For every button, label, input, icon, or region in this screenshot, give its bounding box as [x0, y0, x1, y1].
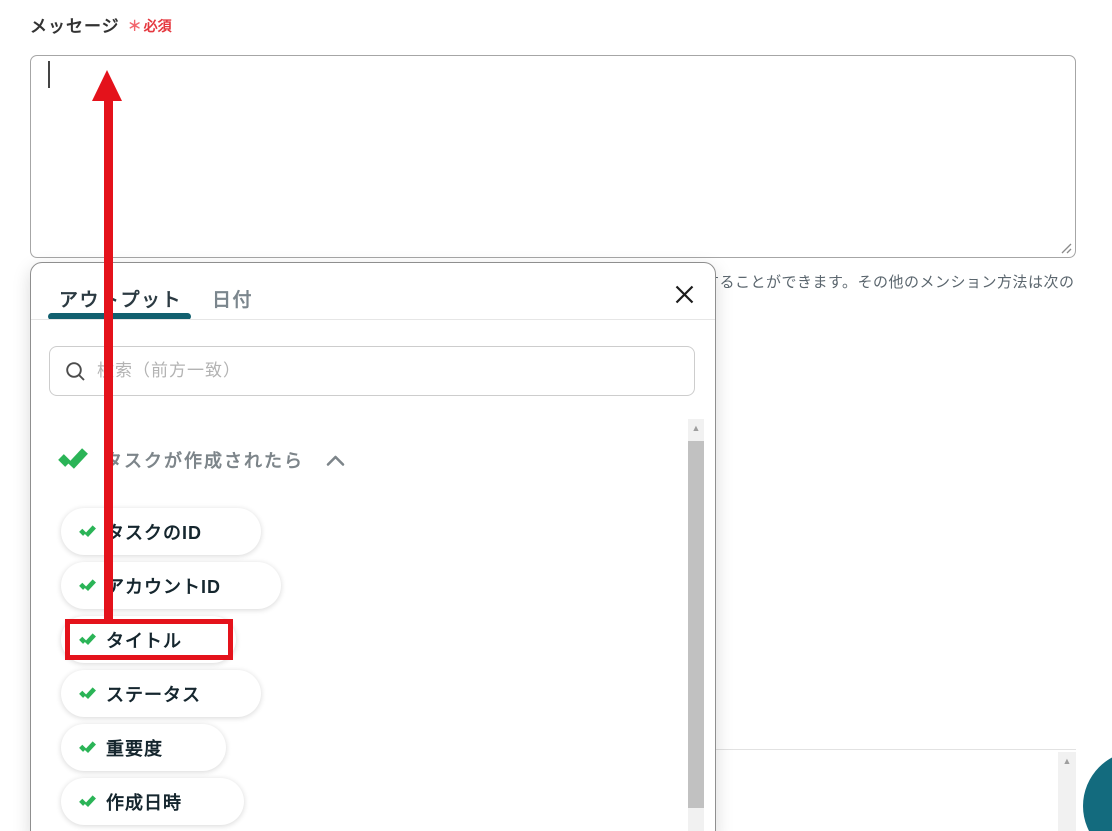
page: メッセージ ＊ 必須 することができます。その他のメンション方法は次の ▲ アウ… — [0, 0, 1112, 831]
message-textarea[interactable] — [30, 55, 1076, 258]
panel-scroll-up-button[interactable]: ▲ — [1058, 752, 1076, 769]
section-title: タスクが作成されたら — [104, 451, 304, 471]
popup-scrollbar-thumb[interactable] — [688, 441, 704, 808]
search-input[interactable] — [97, 347, 694, 395]
search-box — [49, 346, 695, 396]
output-chip-priority[interactable]: 重要度 — [61, 724, 226, 771]
chip-label: ステータス — [106, 684, 201, 705]
chip-label: 作成日時 — [106, 792, 182, 813]
helper-note: することができます。その他のメンション方法は次の — [704, 274, 1075, 291]
search-icon — [65, 361, 86, 382]
textarea-resize-grip-icon[interactable] — [1057, 239, 1073, 255]
output-chip-created-at[interactable]: 作成日時 — [61, 778, 244, 825]
panel-scrollbar[interactable]: ▲ — [1058, 752, 1076, 831]
chip-label: アカウントID — [106, 576, 221, 597]
chip-label: 重要度 — [106, 738, 163, 759]
check-icon — [79, 686, 96, 701]
output-chip-account-id[interactable]: アカウントID — [61, 562, 281, 609]
output-chip-status[interactable]: ステータス — [61, 670, 261, 717]
check-icon — [79, 740, 96, 755]
close-button[interactable] — [671, 284, 697, 310]
chip-label: タスクのID — [106, 522, 202, 543]
required-badge: ＊ 必須 — [128, 16, 172, 37]
popup-scrollbar[interactable]: ▲ — [688, 419, 704, 831]
up-arrow-icon: ▲ — [691, 422, 701, 433]
popup-scroll-up-button[interactable]: ▲ — [688, 419, 704, 436]
tab-output[interactable]: アウトプット — [59, 285, 182, 312]
up-arrow-icon: ▲ — [1062, 755, 1072, 766]
check-icon — [79, 578, 96, 593]
tabs-divider — [31, 319, 715, 320]
tab-date[interactable]: 日付 — [212, 285, 253, 312]
required-asterisk-icon: ＊ — [127, 18, 142, 34]
required-badge-label: 必須 — [143, 18, 172, 34]
output-picker-popup: アウトプット 日付 検索（前方一致） タスクが作成されたら タスクのID アカウ… — [30, 262, 716, 831]
check-icon — [79, 794, 96, 809]
chat-fab-button[interactable] — [1083, 751, 1112, 831]
double-check-icon — [58, 448, 88, 472]
message-field-label-row: メッセージ ＊ 必須 — [30, 12, 172, 37]
annotation-arrow-stem — [103, 97, 113, 619]
close-icon — [673, 283, 696, 311]
text-cursor — [48, 61, 50, 88]
section-header-task-created[interactable]: タスクが作成されたら — [58, 447, 345, 473]
chevron-up-icon[interactable] — [326, 454, 345, 467]
background-panel: ▲ — [714, 749, 1076, 831]
message-label: メッセージ — [30, 17, 120, 36]
annotation-highlight-box — [65, 619, 233, 660]
output-chip-task-id[interactable]: タスクのID — [61, 508, 261, 555]
check-icon — [79, 524, 96, 539]
